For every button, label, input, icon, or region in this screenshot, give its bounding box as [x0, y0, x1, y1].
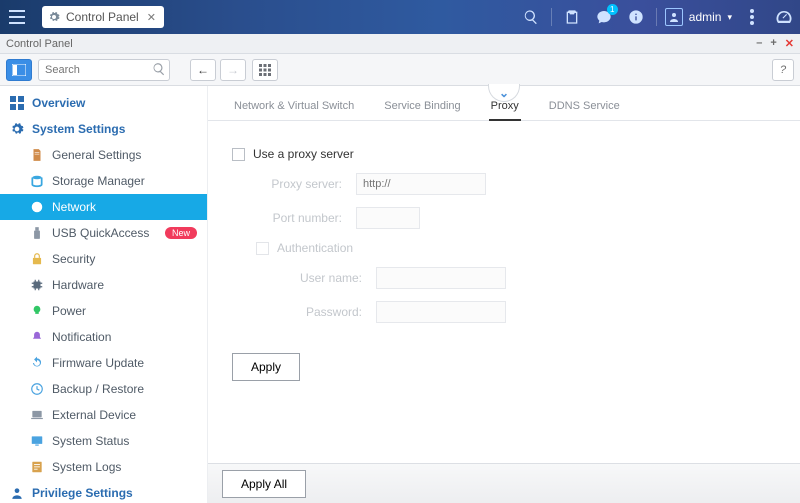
toolbar-search[interactable]	[38, 59, 170, 81]
search-icon	[152, 62, 166, 76]
sidebar-item-network[interactable]: Network	[0, 194, 207, 220]
arrow-left-icon: ←	[197, 63, 209, 77]
window-tab-control-panel[interactable]: Control Panel ✕	[42, 6, 164, 28]
sidebar-toggle-button[interactable]	[6, 59, 32, 81]
sidebar-item-system-logs[interactable]: System Logs	[0, 454, 207, 480]
more-button[interactable]	[736, 0, 768, 34]
sidebar-item-external-device[interactable]: External Device	[0, 402, 207, 428]
search-button[interactable]	[515, 0, 547, 34]
window-close-button[interactable]: ✕	[785, 37, 794, 50]
sidebar-category-overview[interactable]: Overview	[0, 90, 207, 116]
sidebar-item-usb-quickaccess[interactable]: USB QuickAccess New	[0, 220, 207, 246]
sidebar-item-label: Notification	[52, 330, 111, 344]
sidebar-item-hardware[interactable]: Hardware	[0, 272, 207, 298]
username-label: admin	[689, 10, 722, 24]
sidebar-item-label: System Status	[52, 434, 129, 448]
dots-vertical-icon	[750, 9, 754, 25]
auth-label: Authentication	[277, 241, 353, 255]
tab-service-binding[interactable]: Service Binding	[382, 100, 462, 120]
use-proxy-label: Use a proxy server	[253, 147, 354, 161]
info-button[interactable]	[620, 0, 652, 34]
sidebar-item-label: Network	[52, 200, 96, 214]
password-input[interactable]	[376, 301, 506, 323]
info-icon	[628, 9, 644, 25]
tab-network-virtual-switch[interactable]: Network & Virtual Switch	[232, 100, 356, 120]
sidebar-item-label: System Logs	[52, 460, 121, 474]
tab-proxy[interactable]: Proxy	[489, 100, 521, 121]
proxy-server-input[interactable]	[356, 173, 486, 195]
grid-icon	[259, 64, 271, 76]
panel-icon	[12, 64, 26, 76]
category-label: Overview	[32, 96, 85, 110]
proxy-server-label: Proxy server:	[256, 177, 356, 191]
arrow-right-icon: →	[227, 63, 239, 77]
clipboard-icon	[564, 9, 580, 25]
window-title: Control Panel	[6, 38, 73, 50]
tab-ddns-service[interactable]: DDNS Service	[547, 100, 622, 120]
sidebar-item-notification[interactable]: Notification	[0, 324, 207, 350]
tab-label: Control Panel	[66, 10, 139, 24]
clipboard-button[interactable]	[556, 0, 588, 34]
auth-checkbox[interactable]	[256, 242, 269, 255]
sidebar-item-backup-restore[interactable]: Backup / Restore	[0, 376, 207, 402]
sidebar-item-storage-manager[interactable]: Storage Manager	[0, 168, 207, 194]
nav-back-button[interactable]: ←	[190, 59, 216, 81]
avatar-icon	[665, 8, 683, 26]
sidebar-item-general-settings[interactable]: General Settings	[0, 142, 207, 168]
sidebar-item-label: Firmware Update	[52, 356, 144, 370]
use-proxy-checkbox[interactable]	[232, 148, 245, 161]
chevron-down-icon: ▾	[727, 12, 732, 23]
sidebar-item-label: Backup / Restore	[52, 382, 144, 396]
search-icon	[523, 9, 539, 25]
apply-button[interactable]: Apply	[232, 353, 300, 381]
grid-view-button[interactable]	[252, 59, 278, 81]
sidebar-item-label: General Settings	[52, 148, 141, 162]
apply-all-button[interactable]: Apply All	[222, 470, 306, 498]
hamburger-icon	[9, 10, 25, 24]
new-badge: New	[165, 227, 197, 239]
sidebar-category-system[interactable]: System Settings	[0, 116, 207, 142]
category-label: System Settings	[32, 122, 125, 136]
tab-close-button[interactable]: ✕	[145, 11, 158, 24]
menu-button[interactable]	[0, 0, 34, 34]
separator	[551, 8, 552, 26]
notifications-button[interactable]: 1	[588, 0, 620, 34]
chevron-down-icon: ⌄	[499, 86, 509, 100]
sidebar-item-label: USB QuickAccess	[52, 226, 149, 240]
sidebar-item-firmware-update[interactable]: Firmware Update	[0, 350, 207, 376]
separator	[656, 8, 657, 26]
user-menu[interactable]: admin ▾	[661, 8, 736, 26]
nav-forward-button[interactable]: →	[220, 59, 246, 81]
help-button[interactable]: ?	[772, 59, 794, 81]
dashboard-button[interactable]	[768, 0, 800, 34]
sidebar-item-label: Power	[52, 304, 86, 318]
sidebar: Overview System Settings General Settings S…	[0, 86, 208, 503]
gear-icon	[48, 11, 60, 23]
notification-badge: 1	[607, 4, 618, 15]
gauge-icon	[775, 8, 793, 26]
sidebar-item-system-status[interactable]: System Status	[0, 428, 207, 454]
sidebar-item-power[interactable]: Power	[0, 298, 207, 324]
password-label: Password:	[276, 305, 376, 319]
username-input[interactable]	[376, 267, 506, 289]
sidebar-item-security[interactable]: Security	[0, 246, 207, 272]
sidebar-item-label: Security	[52, 252, 95, 266]
sidebar-item-label: External Device	[52, 408, 136, 422]
sidebar-item-label: Storage Manager	[52, 174, 145, 188]
search-input[interactable]	[38, 59, 170, 81]
category-label: Privilege Settings	[32, 486, 133, 500]
window-minimize-button[interactable]: –	[756, 37, 762, 50]
port-input[interactable]	[356, 207, 420, 229]
username-label: User name:	[276, 271, 376, 285]
sidebar-category-privilege[interactable]: Privilege Settings	[0, 480, 207, 503]
port-label: Port number:	[256, 211, 356, 225]
sidebar-item-label: Hardware	[52, 278, 104, 292]
window-maximize-button[interactable]: +	[770, 37, 776, 50]
